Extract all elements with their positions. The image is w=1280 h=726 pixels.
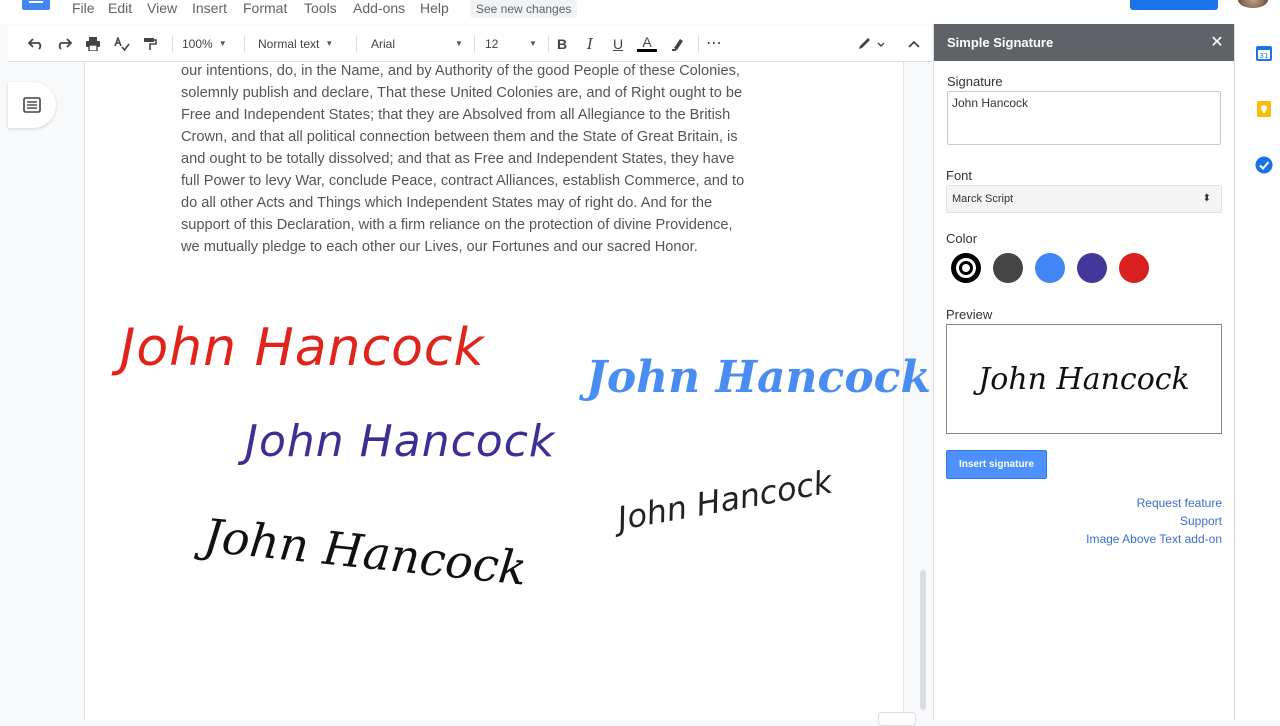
toolbar-divider xyxy=(172,36,173,52)
more-button[interactable]: ⋯ xyxy=(704,34,724,54)
document-outline-button[interactable] xyxy=(8,82,56,128)
chevron-down-icon: ▼ xyxy=(529,39,537,48)
share-button[interactable] xyxy=(1130,0,1218,10)
font-value: Arial xyxy=(371,37,396,51)
select-arrows-icon: ⬍ xyxy=(1202,193,1211,204)
zoom-value: 100% xyxy=(182,37,213,51)
paint-format-icon[interactable] xyxy=(140,34,160,54)
paragraph-line: Crown, and that all political connection… xyxy=(181,129,738,145)
color-swatch-red[interactable] xyxy=(1119,253,1149,283)
font-label: Font xyxy=(946,168,973,183)
paragraph-line: solemnly publish and declare, That these… xyxy=(181,85,743,101)
paragraph-line: we mutually pledge to each other our Liv… xyxy=(181,239,698,255)
outline-icon xyxy=(23,97,41,113)
color-swatch-purple[interactable] xyxy=(1077,253,1107,283)
color-swatch-gray[interactable] xyxy=(993,253,1023,283)
chevron-up-icon[interactable] xyxy=(904,34,924,54)
see-new-changes-link[interactable]: See new changes xyxy=(470,0,578,18)
menu-insert[interactable]: Insert xyxy=(192,0,227,16)
close-icon[interactable]: ✕ xyxy=(1208,24,1226,61)
paragraph-line: our intentions, do, in the Name, and by … xyxy=(181,63,740,79)
signature-navy[interactable]: John Hancock xyxy=(245,416,555,467)
sidebar-title: Simple Signature xyxy=(934,24,1234,61)
menu-view[interactable]: View xyxy=(147,0,177,16)
chevron-down-icon: ▼ xyxy=(218,39,227,48)
avatar[interactable] xyxy=(1238,0,1268,8)
explore-button[interactable] xyxy=(878,712,916,726)
toolbar-divider xyxy=(356,36,357,52)
menu-add-ons[interactable]: Add-ons xyxy=(353,0,405,16)
insert-signature-button[interactable]: Insert signature xyxy=(946,450,1047,479)
signature-label: Signature xyxy=(947,74,1003,89)
preview-label: Preview xyxy=(946,307,993,322)
color-swatch-blue[interactable] xyxy=(1035,253,1065,283)
toolbar-divider xyxy=(548,36,549,52)
paragraph-line: full Power to levy War, conclude Peace, … xyxy=(181,173,745,189)
request-feature-link[interactable]: Request feature xyxy=(1137,496,1222,510)
paragraph-line: do all other Acts and Things which Indep… xyxy=(181,195,713,211)
style-value: Normal text xyxy=(258,37,320,51)
left-margin xyxy=(0,62,84,720)
docs-logo[interactable] xyxy=(22,0,50,10)
italic-button[interactable]: I xyxy=(580,34,600,54)
font-size-select[interactable]: 12 ▼ xyxy=(485,34,537,54)
chevron-down-icon: ▼ xyxy=(455,39,463,48)
keep-icon[interactable] xyxy=(1255,100,1273,118)
paragraph-line: support of this Declaration, with a firm… xyxy=(181,217,733,233)
undo-icon[interactable] xyxy=(26,34,46,54)
signature-input[interactable]: John Hancock xyxy=(947,91,1221,145)
text-color-button[interactable]: A xyxy=(637,34,657,52)
toolbar: 100% ▼ Normal text ▼ Arial ▼ 12 ▼ B I U A ⋯ xyxy=(8,26,932,62)
color-label: Color xyxy=(946,231,978,246)
menu-file[interactable]: File xyxy=(72,0,95,16)
chevron-down-icon: ▼ xyxy=(325,39,334,48)
underline-button[interactable]: U xyxy=(608,34,628,54)
simple-signature-sidebar: Simple Signature ✕ Signature John Hancoc… xyxy=(933,24,1234,720)
editing-mode-icon[interactable] xyxy=(854,34,888,54)
spellcheck-icon[interactable] xyxy=(112,34,132,54)
font-dropdown[interactable]: Marck Script ⬍ xyxy=(946,185,1222,213)
toolbar-divider xyxy=(698,36,699,52)
zoom-select[interactable]: 100% ▼ xyxy=(182,34,227,54)
paragraph-line: Free and Independent States; that they a… xyxy=(181,107,731,123)
bold-button[interactable]: B xyxy=(552,34,572,54)
style-select[interactable]: Normal text ▼ xyxy=(258,34,333,54)
menu-help[interactable]: Help xyxy=(420,0,449,16)
highlight-icon[interactable] xyxy=(668,34,688,54)
print-icon[interactable] xyxy=(83,34,103,54)
menu-edit[interactable]: Edit xyxy=(108,0,132,16)
svg-text:31: 31 xyxy=(1260,52,1269,60)
preview-signature-text: John Hancock xyxy=(978,361,1190,397)
menu-format[interactable]: Format xyxy=(243,0,287,16)
tasks-icon[interactable] xyxy=(1255,156,1273,174)
toolbar-divider xyxy=(244,36,245,52)
redo-icon[interactable] xyxy=(54,34,74,54)
signature-preview: John Hancock xyxy=(946,324,1222,434)
signature-red[interactable]: John Hancock xyxy=(120,318,485,378)
font-dropdown-value: Marck Script xyxy=(952,193,1014,205)
color-swatch-black[interactable] xyxy=(951,253,981,283)
document-body[interactable]: our intentions, do, in the Name, and by … xyxy=(181,62,821,258)
menu-bar: File Edit View Insert Format Tools Add-o… xyxy=(0,0,1280,24)
signature-blue[interactable]: John Hancock xyxy=(586,352,931,403)
image-above-text-link[interactable]: Image Above Text add-on xyxy=(1086,532,1222,546)
document-scrollbar[interactable] xyxy=(920,570,926,710)
menu-tools[interactable]: Tools xyxy=(304,0,337,16)
font-size-value: 12 xyxy=(485,37,499,51)
support-link[interactable]: Support xyxy=(1180,514,1222,528)
toolbar-divider xyxy=(474,36,475,52)
side-panel: 31 xyxy=(1234,24,1280,720)
font-select[interactable]: Arial ▼ xyxy=(371,34,463,54)
calendar-icon[interactable]: 31 xyxy=(1255,44,1273,62)
paragraph-line: and ought to be totally dissolved; and t… xyxy=(181,151,735,167)
